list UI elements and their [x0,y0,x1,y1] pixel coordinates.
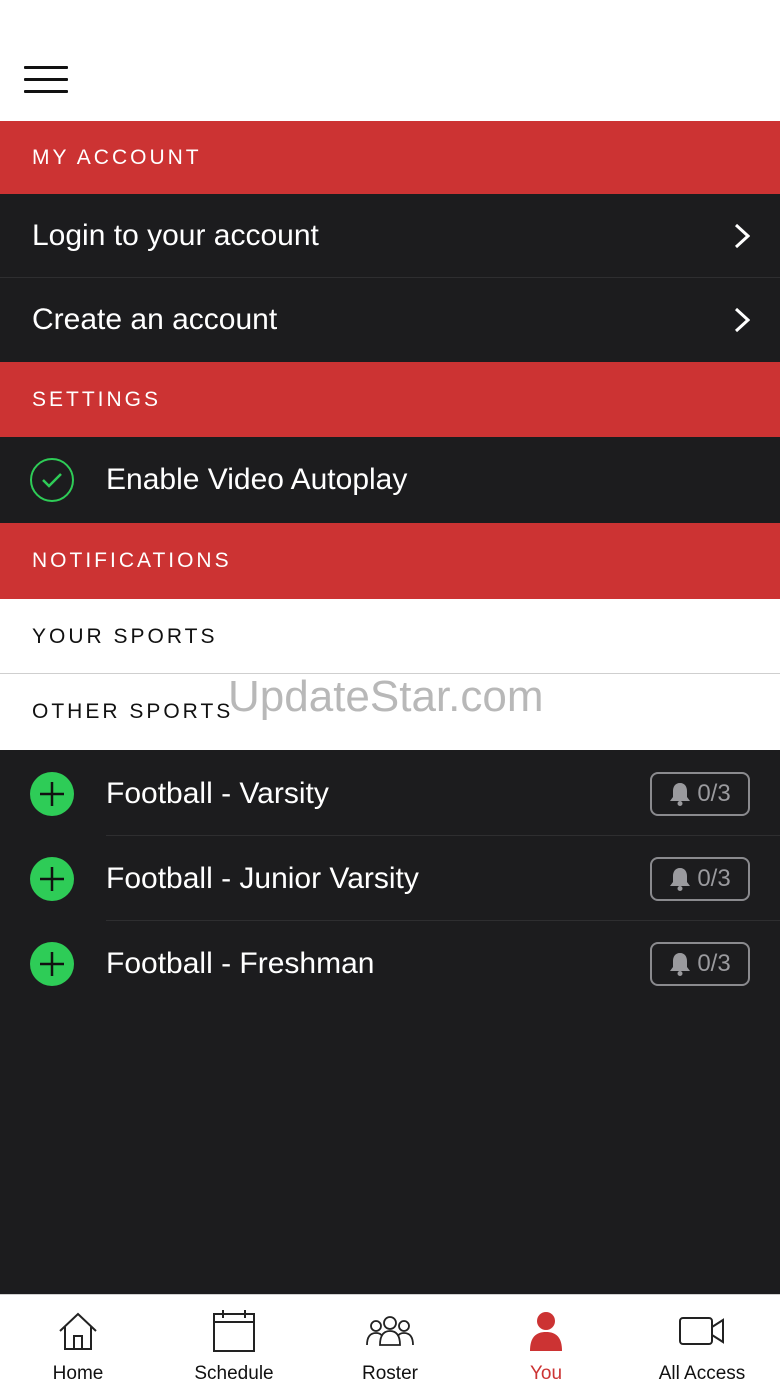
top-bar [0,0,780,121]
section-my-account: MY ACCOUNT [0,121,780,194]
section-title: MY ACCOUNT [32,145,202,169]
sport-row[interactable]: Football - Varsity 0/3 [0,751,780,836]
bottom-tab-bar: Home Schedule Roster You All Access [0,1294,780,1387]
create-account-row[interactable]: Create an account [0,278,780,362]
tab-label: Home [52,1363,104,1384]
notification-count: 0/3 [697,779,731,807]
calendar-icon [213,1310,255,1352]
notification-count-badge[interactable]: 0/3 [650,941,750,986]
check-circle-icon[interactable] [30,458,74,502]
your-sports-header: YOUR SPORTS [0,599,780,674]
section-title: NOTIFICATIONS [32,549,232,572]
person-icon [530,1312,562,1351]
create-account-label: Create an account [32,303,278,336]
bell-icon [670,952,691,976]
your-sports-label: YOUR SPORTS [32,624,218,648]
other-sports-label: OTHER SPORTS [32,700,234,723]
login-row[interactable]: Login to your account [0,194,780,278]
section-settings: SETTINGS [0,362,780,437]
roster-icon [366,1316,414,1346]
video-camera-icon [679,1317,724,1345]
sport-name: Football - Varsity [106,776,329,810]
bell-icon [670,782,691,806]
tab-you[interactable]: You [468,1295,624,1387]
tab-label: Roster [362,1363,418,1384]
add-plus-icon[interactable] [30,857,74,901]
tab-label: All Access [658,1363,746,1384]
tab-home[interactable]: Home [0,1295,156,1387]
chevron-right-icon [734,223,750,249]
autoplay-label: Enable Video Autoplay [106,463,408,496]
bell-icon [670,867,691,891]
tab-label: You [529,1363,563,1384]
sport-name: Football - Junior Varsity [106,861,419,895]
section-notifications: NOTIFICATIONS [0,523,780,599]
login-label: Login to your account [32,219,319,252]
notification-count: 0/3 [697,864,731,892]
notification-count-badge[interactable]: 0/3 [650,856,750,901]
notification-count-badge[interactable]: 0/3 [650,771,750,816]
tab-label: Schedule [194,1363,274,1384]
tab-all-access[interactable]: All Access [624,1295,780,1387]
add-plus-icon[interactable] [30,772,74,816]
watermark: UpdateStar.com [228,672,544,721]
notification-count: 0/3 [697,949,731,977]
sport-name: Football - Freshman [106,946,375,980]
home-icon [59,1312,97,1350]
chevron-right-icon [734,307,750,333]
sport-row[interactable]: Football - Freshman 0/3 [0,921,780,1006]
autoplay-row[interactable]: Enable Video Autoplay [0,437,780,523]
section-title: SETTINGS [32,387,162,411]
tab-schedule[interactable]: Schedule [156,1295,312,1387]
add-plus-icon[interactable] [30,942,74,986]
sport-row[interactable]: Football - Junior Varsity 0/3 [0,836,780,921]
tab-roster[interactable]: Roster [312,1295,468,1387]
hamburger-icon[interactable] [24,66,70,94]
